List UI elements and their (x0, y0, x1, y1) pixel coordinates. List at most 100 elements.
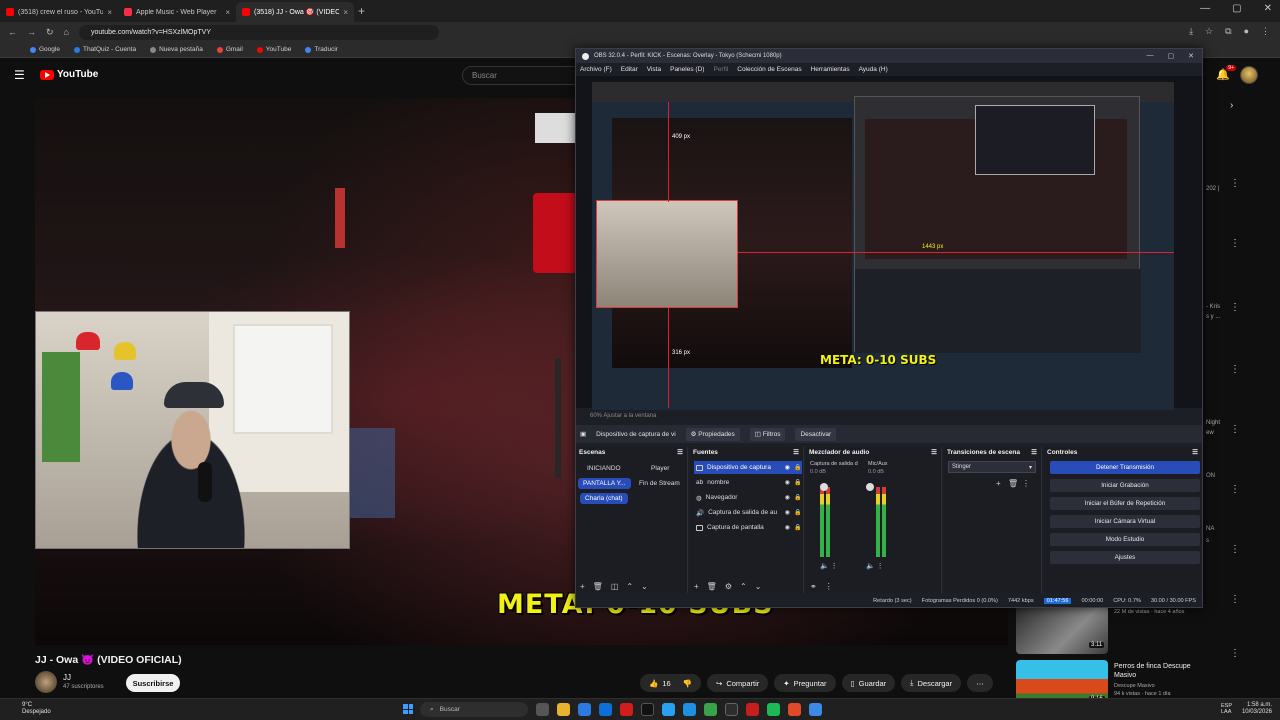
notifications-icon[interactable]: 🔔 9+ (1216, 65, 1236, 82)
youtube-app-icon[interactable] (620, 703, 633, 716)
source-item[interactable]: ◍ Navegador ◉ 🔒 (694, 491, 802, 504)
channel-avatar[interactable] (35, 671, 57, 693)
up-icon[interactable]: ⌃ (626, 582, 633, 591)
dock-menu-icon[interactable]: ☰ (1192, 448, 1198, 456)
star-icon[interactable]: ☆ (1205, 26, 1213, 37)
deactivate-button[interactable]: Desactivar (795, 427, 837, 441)
close-icon[interactable]: × (225, 8, 230, 17)
scene-item-selected[interactable]: PANTALLA Y... (578, 478, 631, 489)
source-item-selected[interactable]: Dispositivo de captura ◉ 🔒 (694, 461, 802, 474)
dock-menu-icon[interactable]: ☰ (677, 448, 683, 456)
link-icon[interactable]: ⚭ (810, 582, 817, 591)
start-virtual-camera-button[interactable]: Iniciar Cámara Virtual (1050, 515, 1200, 528)
bookmark-item[interactable]: Nueva pestaña (150, 46, 203, 53)
explorer-icon[interactable] (557, 703, 570, 716)
more-icon[interactable]: ⋮ (1230, 364, 1240, 375)
app-icon[interactable] (788, 703, 801, 716)
spotify-icon[interactable] (767, 703, 780, 716)
weather-widget[interactable]: 9°C Despejado (22, 702, 51, 716)
like-button[interactable]: 👍 16 👎 (640, 674, 702, 692)
add-icon[interactable]: + (694, 582, 699, 591)
transition-select[interactable]: Stinger ▾ (948, 461, 1036, 473)
download-icon[interactable]: ⤓ (1189, 26, 1193, 37)
more-icon[interactable]: ⋮ (1230, 238, 1240, 249)
dock-menu-icon[interactable]: ☰ (793, 448, 799, 456)
trash-icon[interactable]: 🗑 (707, 582, 717, 591)
trash-icon[interactable]: 🗑 (593, 582, 603, 591)
home-icon[interactable]: ⌂ (64, 27, 69, 37)
filters-button[interactable]: ◫ Filtros (749, 427, 786, 441)
clock[interactable]: 1:58 a.m. 10/03/2026 (1242, 702, 1272, 716)
dock-menu-icon[interactable]: ☰ (931, 448, 937, 456)
lock-icon[interactable]: 🔒 (794, 524, 802, 531)
down-icon[interactable]: ⌄ (755, 582, 762, 591)
eye-icon[interactable]: ◉ (785, 524, 790, 531)
scene-item[interactable]: Fin de Stream (634, 478, 685, 489)
menu-icon[interactable]: ⋮ (1261, 26, 1270, 37)
more-icon[interactable]: ⋮ (1230, 594, 1240, 605)
menu-coleccion[interactable]: Colección de Escenas (737, 66, 801, 73)
browser-tab[interactable]: (3518) crew el ruso - YouTube × (0, 2, 118, 22)
scene-item-selected[interactable]: Charla (chat) (580, 493, 628, 504)
recommendation-item[interactable]: 3:11 22 M de vistas · hace 4 años (1016, 606, 1216, 654)
browser-tab-active[interactable]: (3518) JJ - Owa 🎯 (VIDEO OFI × (236, 2, 354, 22)
forward-icon[interactable]: → (27, 27, 36, 37)
scene-item[interactable]: Player (646, 463, 674, 474)
store-icon[interactable] (599, 703, 612, 716)
chevron-right-icon[interactable]: › (1230, 100, 1233, 111)
bookmark-item[interactable]: ThatQuiz - Cuenta (73, 46, 136, 53)
lock-icon[interactable]: 🔒 (794, 479, 802, 486)
menu-perfil[interactable]: Perfil (713, 66, 728, 73)
minimize-icon[interactable]: — (1147, 52, 1154, 60)
add-icon[interactable]: + (580, 582, 585, 591)
menu-editar[interactable]: Editar (621, 66, 638, 73)
more-icon[interactable]: ⋮ (1230, 544, 1240, 555)
menu-icon[interactable]: ☰ (14, 68, 25, 82)
browser-tab[interactable]: Apple Music - Web Player × (118, 2, 236, 22)
source-item[interactable]: ab nombre ◉ 🔒 (694, 476, 802, 489)
minimize-icon[interactable]: — (1200, 3, 1210, 14)
more-icon[interactable]: ⋮ (1022, 479, 1030, 488)
chrome-icon[interactable] (704, 703, 717, 716)
new-tab-button[interactable]: + (358, 4, 365, 18)
more-icon[interactable]: ⋮ (1230, 484, 1240, 495)
edge-icon[interactable] (578, 703, 591, 716)
zoom-indicator[interactable]: 60% Ajustar a la ventana (590, 413, 656, 419)
lock-icon[interactable]: 🔒 (794, 509, 802, 516)
app-icon[interactable] (809, 703, 822, 716)
dock-menu-icon[interactable]: ☰ (1031, 448, 1037, 456)
language-indicator[interactable]: ESP LAA (1221, 703, 1232, 715)
more-icon[interactable]: ⋮ (1230, 424, 1240, 435)
add-icon[interactable]: + (996, 479, 1001, 488)
gear-icon[interactable]: ⚙ (725, 582, 732, 591)
taskbar-search[interactable]: ⌕ Buscar (420, 702, 528, 717)
close-icon[interactable]: ✕ (1264, 3, 1272, 14)
preview-webcam[interactable] (596, 200, 738, 308)
lock-icon[interactable]: 🔒 (794, 464, 802, 471)
menu-archivo[interactable]: Archivo (F) (580, 66, 612, 73)
source-item[interactable]: 🔊 Captura de salida de au ◉ 🔒 (694, 506, 802, 519)
studio-mode-button[interactable]: Modo Estudio (1050, 533, 1200, 546)
start-button[interactable] (403, 704, 413, 714)
youtube-logo[interactable]: YouTube (40, 69, 98, 80)
volume-slider[interactable] (820, 483, 828, 491)
channel-name[interactable]: JJ (63, 673, 71, 682)
trash-icon[interactable]: 🗑 (1008, 479, 1018, 488)
eye-icon[interactable]: ◉ (785, 494, 790, 501)
properties-button[interactable]: ⚙ Propiedades (685, 427, 740, 441)
down-icon[interactable]: ⌄ (641, 582, 648, 591)
bookmark-item[interactable]: Traducir (305, 46, 338, 53)
menu-ayuda[interactable]: Ayuda (H) (859, 66, 888, 73)
netflix-icon[interactable] (746, 703, 759, 716)
close-icon[interactable]: ✕ (1188, 52, 1194, 60)
more-icon[interactable]: ⋮ (1230, 302, 1240, 313)
share-button[interactable]: ↪ Compartir (707, 674, 769, 692)
more-button[interactable]: ⋯ (967, 674, 993, 692)
taskview-icon[interactable] (536, 703, 549, 716)
menu-herramientas[interactable]: Herramientas (811, 66, 850, 73)
start-recording-button[interactable]: Iniciar Grabación (1050, 479, 1200, 492)
save-button[interactable]: ▯ Guardar (841, 674, 896, 692)
obs-icon[interactable] (725, 703, 738, 716)
speaker-icon[interactable]: 🔈 ⋮ (866, 562, 884, 570)
close-icon[interactable]: × (343, 8, 348, 17)
